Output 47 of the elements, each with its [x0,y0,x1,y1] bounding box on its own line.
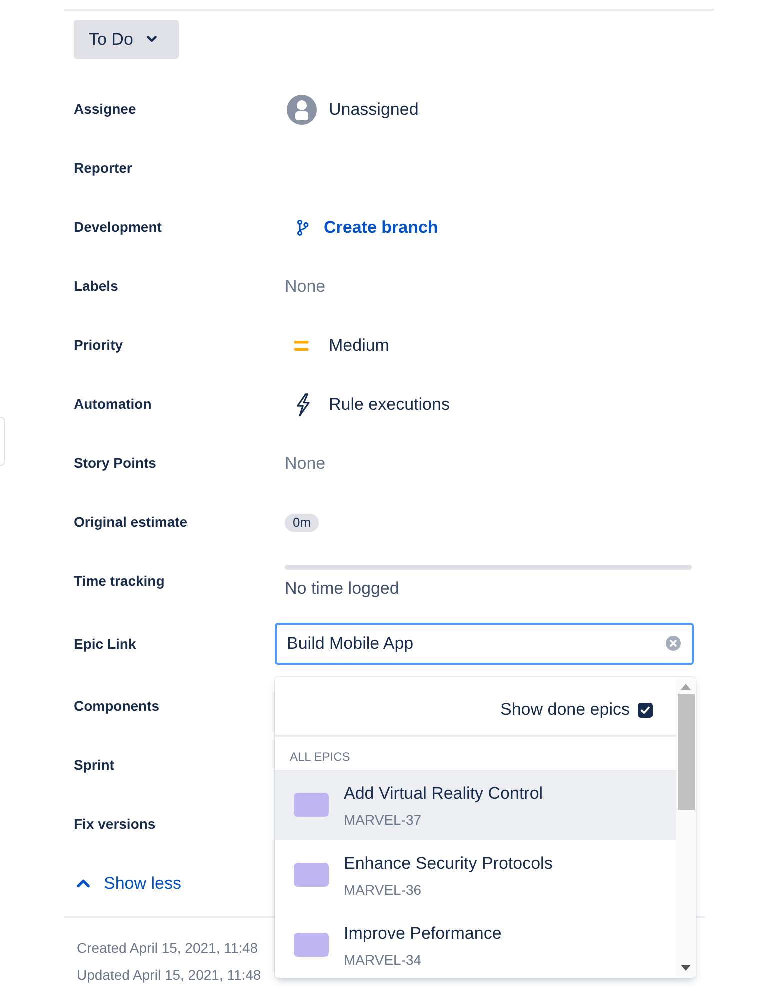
chevron-up-icon [77,879,90,888]
field-label: Development [74,218,163,237]
epic-title: Improve Peformance [344,923,502,945]
field-value: None [285,276,326,298]
scroll-up-icon[interactable] [681,684,691,690]
chevron-down-icon [147,36,158,43]
create-branch-link[interactable]: Create branch [297,214,438,240]
epic-key: MARVEL-34 [344,951,502,969]
field-label: Fix versions [74,815,157,834]
field-label: Sprint [74,756,116,775]
estimate-badge: 0m [285,514,320,532]
updated-date: Updated April 15, 2021, 11:48 [77,966,262,985]
show-less-button[interactable]: Show less [77,870,182,896]
field-label: Labels [74,277,120,296]
epic-option[interactable]: Improve Peformance MARVEL-34 [275,910,676,978]
epic-input-field[interactable]: Build Mobile App [275,623,694,665]
field-label: Story Points [74,454,158,473]
epic-key: MARVEL-37 [344,811,544,829]
field-label: Priority [74,336,124,355]
lightning-icon [296,392,311,416]
epic-title: Enhance Security Protocols [344,853,553,875]
epic-option[interactable]: Add Virtual Reality Control MARVEL-37 [275,770,676,840]
field-label: Original estimate [74,513,189,532]
checkbox[interactable] [638,702,653,718]
field-value: None [285,452,326,475]
field-label: Reporter [74,159,134,178]
field-label: Time tracking [74,572,166,591]
avatar-icon [287,94,317,124]
clear-icon[interactable] [666,636,681,651]
field-value: Unassigned [329,98,419,121]
field-label: Assignee [74,100,138,119]
branch-icon [297,220,309,236]
epic-key: MARVEL-36 [344,881,553,899]
epic-title: Add Virtual Reality Control [344,783,544,805]
created-date: Created April 15, 2021, 11:48 [77,939,258,958]
scroll-down-icon[interactable] [681,965,691,971]
equals-icon [294,340,309,350]
checkbox-label: Show done epics [500,699,630,722]
field-label: Automation [74,395,153,414]
status-button[interactable]: To Do [74,20,180,59]
section-heading: ALL EPICS [290,749,350,766]
field-label: Epic Link [74,634,138,654]
field-value: Rule executions [329,394,450,416]
field-value: No time logged [285,578,400,600]
scroll-thumb[interactable] [678,694,694,810]
field-label: Components [74,697,161,716]
field-value: Medium [329,334,390,357]
